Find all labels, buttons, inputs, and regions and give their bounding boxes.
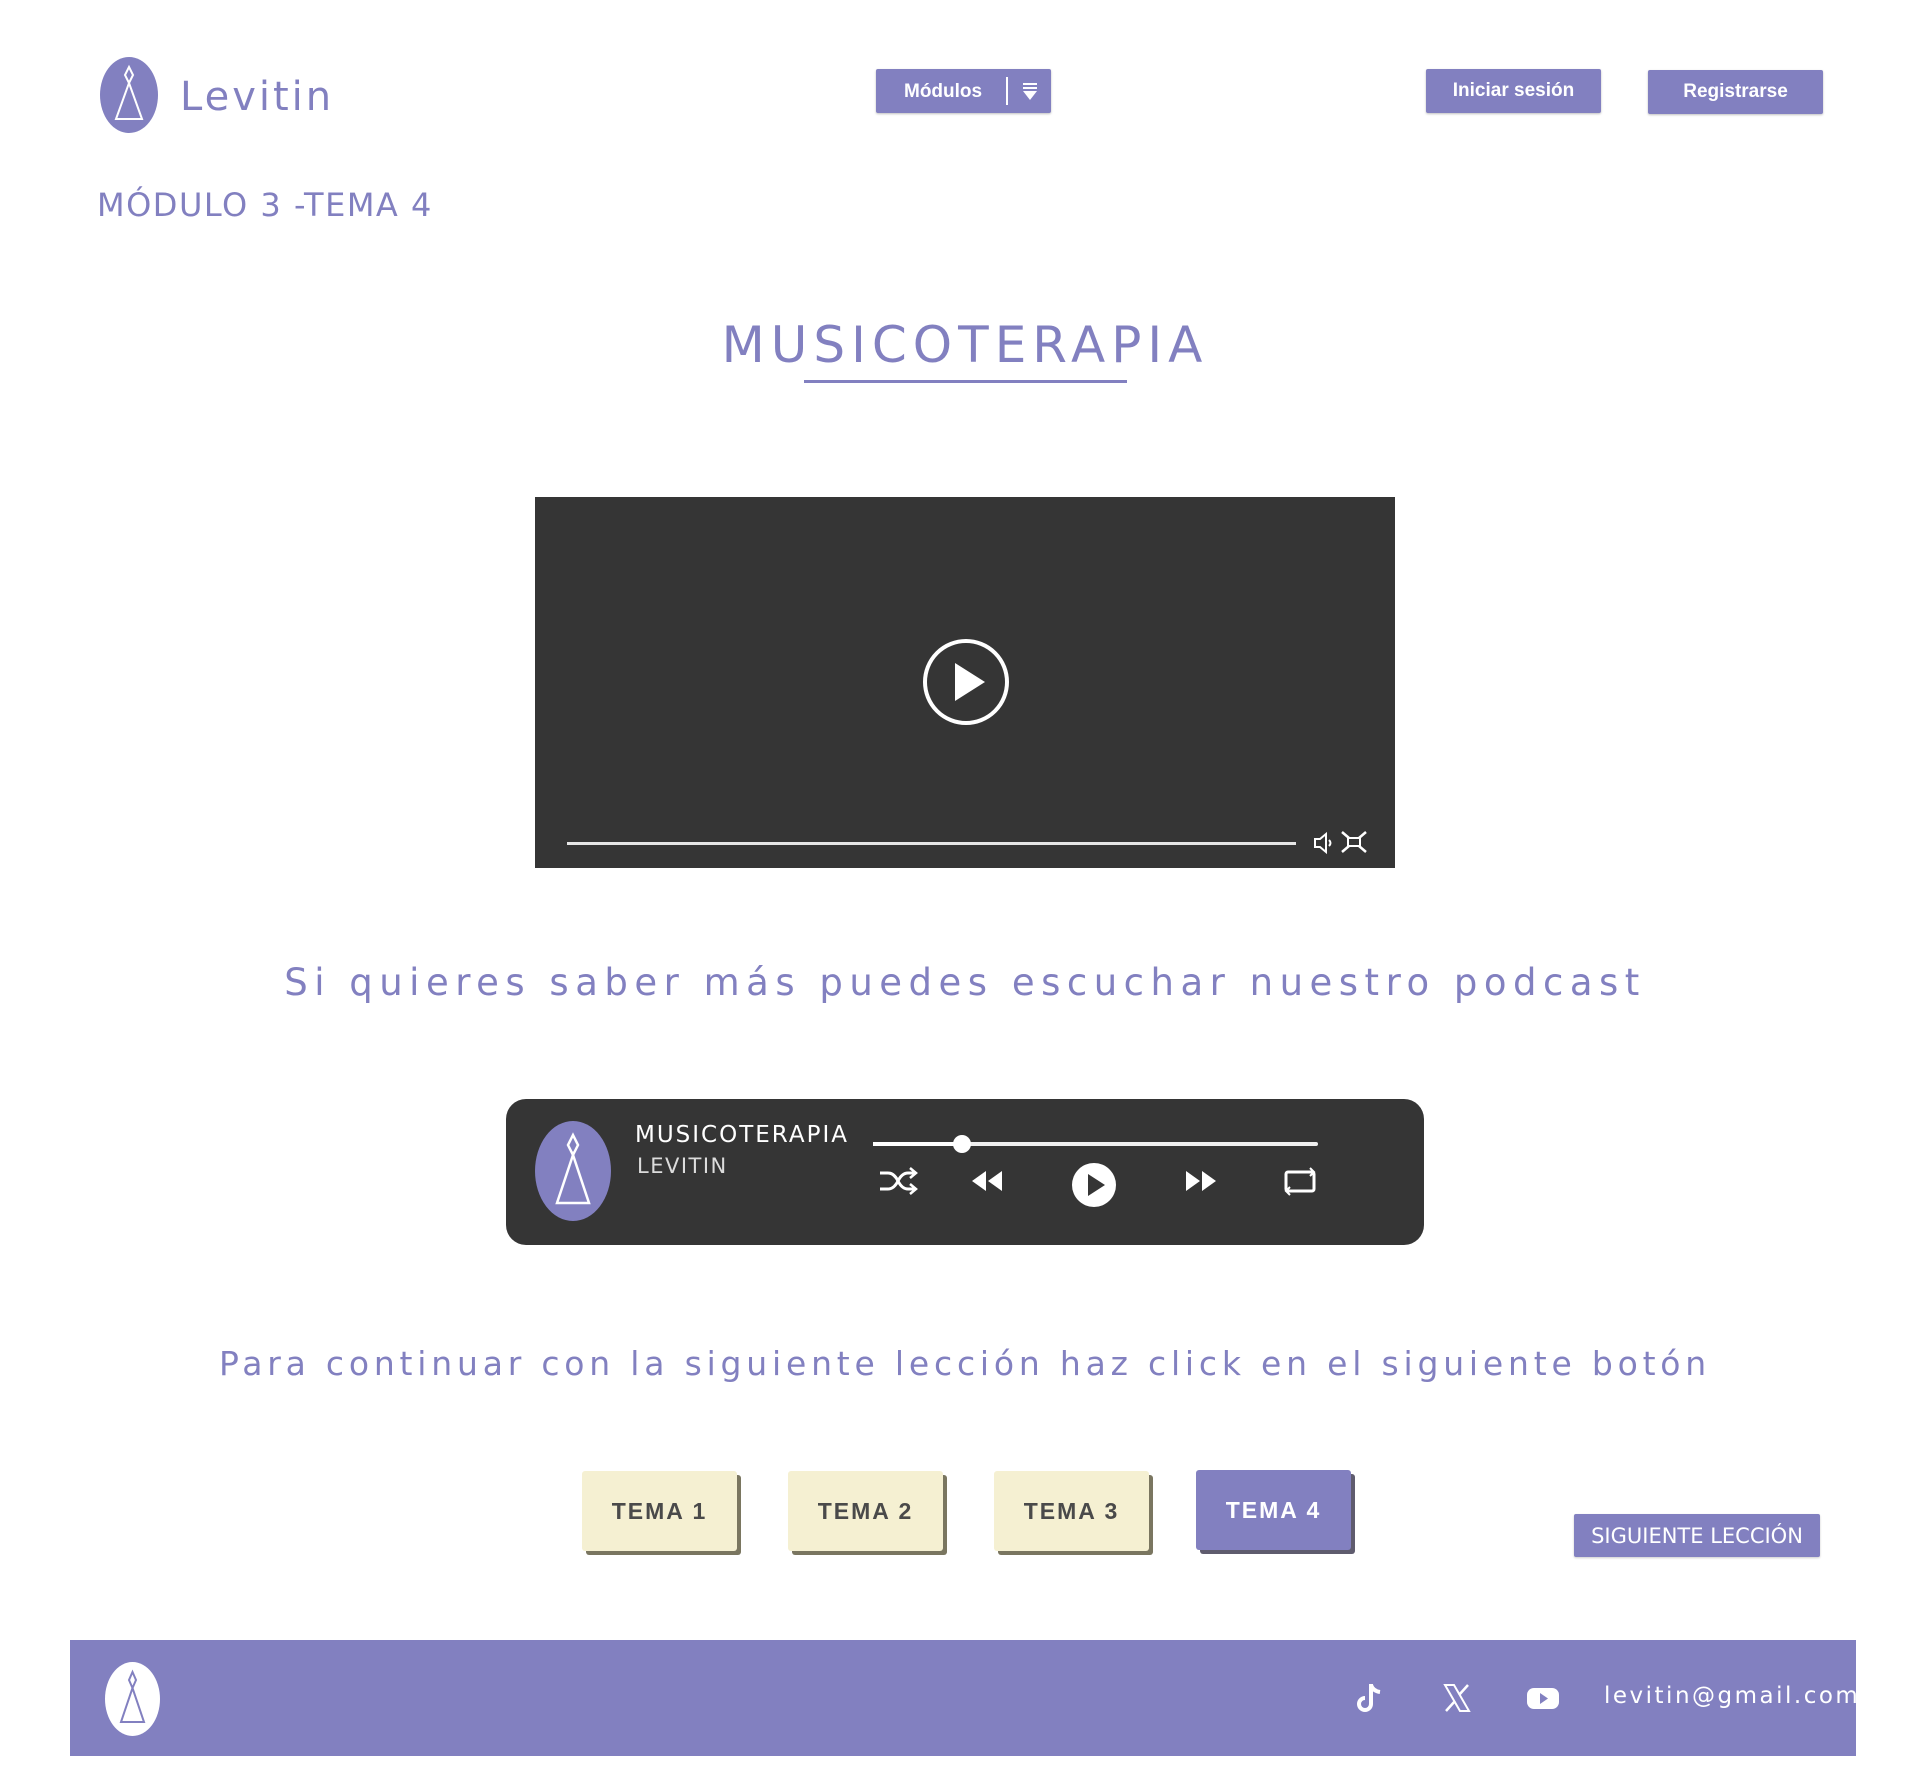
tiktok-icon[interactable] xyxy=(1352,1680,1388,1716)
podcast-progress-bar[interactable] xyxy=(873,1135,1318,1153)
page-title: MUSICOTERAPIA xyxy=(721,316,1209,374)
topic-button-2[interactable]: TEMA 2 xyxy=(788,1471,943,1551)
contact-email[interactable]: levitin@gmail.com xyxy=(1604,1683,1860,1709)
rewind-icon[interactable] xyxy=(968,1165,1004,1197)
next-lesson-button[interactable]: SIGUIENTE LECCIÓN xyxy=(1574,1514,1820,1557)
topic-button-4[interactable]: TEMA 4 xyxy=(1196,1470,1351,1550)
topic-button-1[interactable]: TEMA 1 xyxy=(582,1471,737,1551)
podcast-intro: Si quieres saber más puedes escuchar nue… xyxy=(284,961,1646,1004)
podcast-player[interactable]: MUSICOTERAPIA LEVITIN xyxy=(506,1099,1424,1245)
podcast-title: MUSICOTERAPIA xyxy=(635,1122,849,1148)
logo[interactable] xyxy=(100,57,158,133)
continue-instructions: Para continuar con la siguiente lección … xyxy=(218,1344,1712,1383)
play-icon[interactable] xyxy=(1071,1162,1117,1208)
login-button[interactable]: Iniciar sesión xyxy=(1426,69,1601,113)
video-player[interactable] xyxy=(535,497,1395,868)
play-icon[interactable] xyxy=(922,638,1010,726)
modules-label: Módulos xyxy=(904,81,983,102)
topic-button-3[interactable]: TEMA 3 xyxy=(994,1471,1149,1551)
footer: levitin@gmail.com xyxy=(70,1640,1858,1756)
podcast-artist: LEVITIN xyxy=(637,1154,728,1178)
logo-mark-icon xyxy=(114,64,144,120)
modules-dropdown[interactable]: Módulos xyxy=(876,69,1051,113)
volume-icon[interactable] xyxy=(1313,831,1335,855)
footer-logo[interactable] xyxy=(105,1662,160,1736)
podcast-progress-fill xyxy=(873,1142,962,1146)
fast-forward-icon[interactable] xyxy=(1184,1165,1220,1197)
video-progress-bar[interactable] xyxy=(567,842,1296,845)
logo-mark-icon xyxy=(555,1132,591,1205)
shuffle-icon[interactable] xyxy=(878,1165,918,1197)
register-button[interactable]: Registrarse xyxy=(1648,70,1823,114)
podcast-cover xyxy=(535,1121,611,1221)
fullscreen-icon[interactable] xyxy=(1340,830,1368,854)
divider xyxy=(1006,77,1008,105)
chevron-down-icon[interactable] xyxy=(1018,79,1042,103)
x-icon[interactable] xyxy=(1439,1680,1475,1716)
title-underline xyxy=(804,380,1127,383)
podcast-progress-handle[interactable] xyxy=(953,1135,971,1153)
repeat-icon[interactable] xyxy=(1282,1165,1318,1197)
logo-mark-icon xyxy=(119,1669,146,1723)
breadcrumb: MÓDULO 3 -TEMA 4 xyxy=(97,186,433,224)
brand-name[interactable]: Levitin xyxy=(180,74,334,120)
youtube-icon[interactable] xyxy=(1525,1680,1561,1716)
